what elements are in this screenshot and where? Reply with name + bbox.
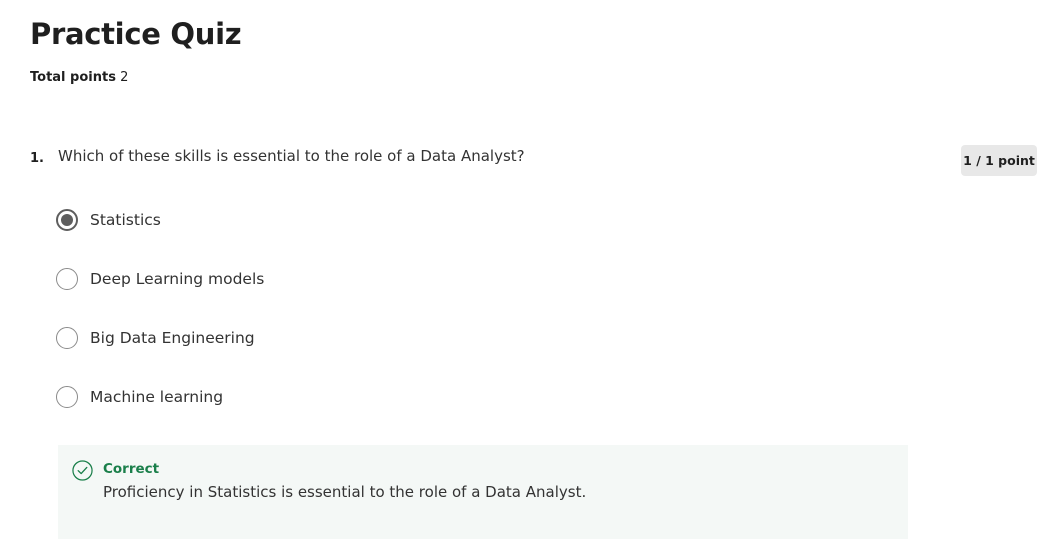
question-number: 1. [30,151,44,166]
question-prompt: Which of these skills is essential to th… [58,147,525,165]
points-badge: 1 / 1 point [961,145,1037,176]
answer-option-machine-learning[interactable]: Machine learning [56,383,223,411]
check-circle-icon [72,460,93,481]
feedback-panel: Correct Proficiency in Statistics is ess… [58,445,908,539]
answer-option-label: Statistics [90,211,161,229]
answer-option-statistics[interactable]: Statistics [56,206,161,234]
radio-dot [61,214,73,226]
quiz-page: Practice Quiz Total points 2 1. Which of… [0,0,1056,554]
answer-option-big-data[interactable]: Big Data Engineering [56,324,255,352]
feedback-text: Proficiency in Statistics is essential t… [103,483,587,501]
answer-option-deep-learning[interactable]: Deep Learning models [56,265,264,293]
answer-option-label: Deep Learning models [90,270,265,288]
total-points: Total points 2 [30,69,128,87]
answer-option-label: Machine learning [90,388,224,406]
radio-button[interactable] [56,268,78,290]
feedback-status: Correct [103,461,160,477]
page-title: Practice Quiz [30,17,242,51]
total-points-value: 2 [120,70,129,85]
answer-option-label: Big Data Engineering [90,329,255,347]
radio-button[interactable] [56,327,78,349]
radio-button[interactable] [56,386,78,408]
total-points-label: Total points [30,70,116,85]
radio-button-selected[interactable] [56,209,78,231]
